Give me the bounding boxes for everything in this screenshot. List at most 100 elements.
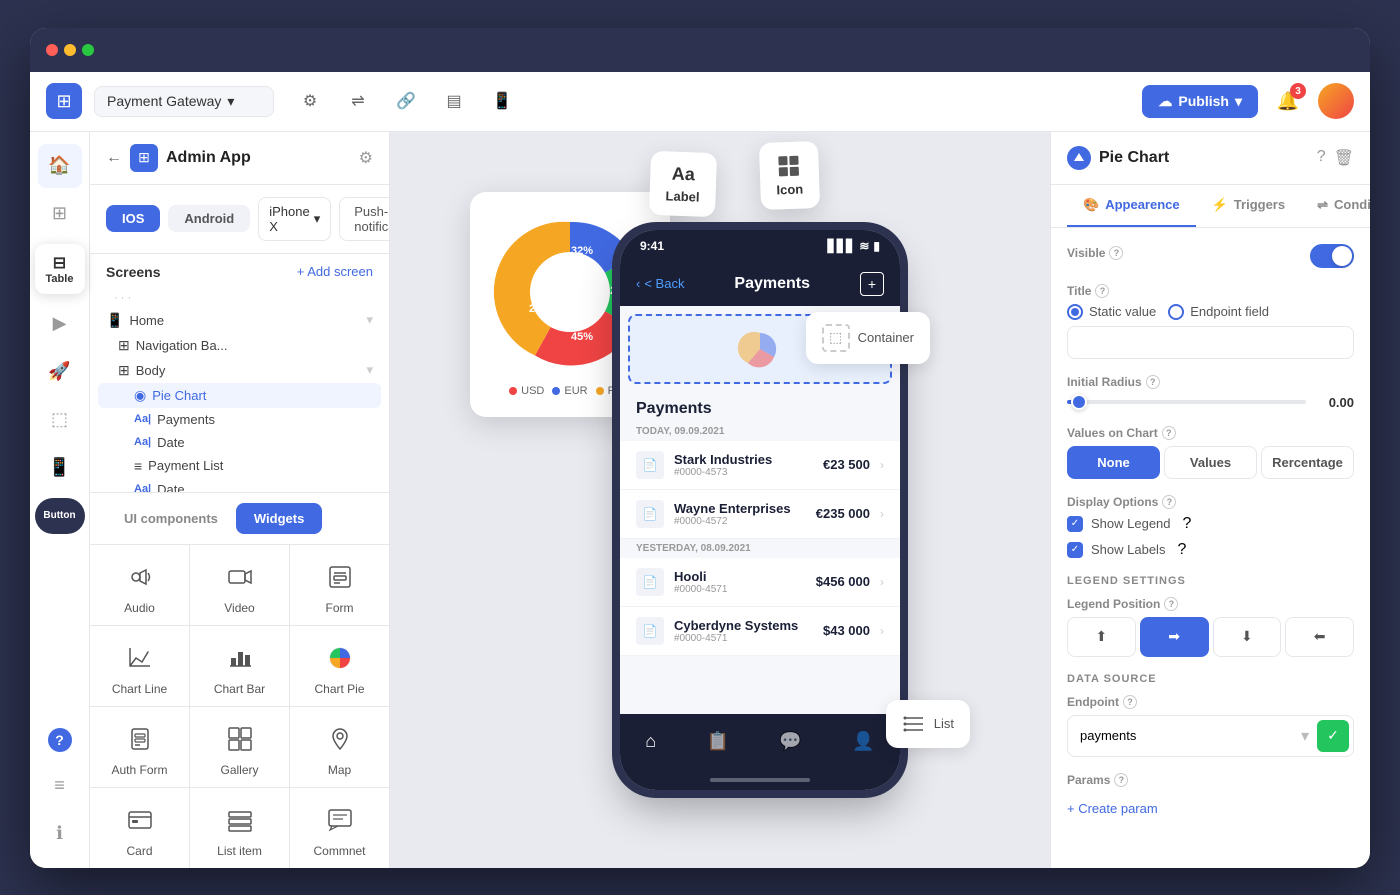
bottom-nav-home[interactable]: ⌂ xyxy=(645,731,656,752)
link-icon[interactable]: 🔗 xyxy=(390,85,422,117)
payment-item-cyberdyne[interactable]: 📄 Cyberdyne Systems #0000-4571 $43 000 › xyxy=(620,607,900,656)
table-widget-card[interactable]: ⊟ Table xyxy=(35,244,85,294)
bottom-nav-docs[interactable]: 📋 xyxy=(707,731,729,752)
tree-item-payments[interactable]: Aa| Payments xyxy=(98,408,381,431)
payment-item-wayne[interactable]: 📄 Wayne Enterprises #0000-4572 €235 000 … xyxy=(620,490,900,539)
chart-pie-widget[interactable]: Chart Pie xyxy=(290,626,389,706)
trash-icon[interactable]: 🗑 xyxy=(1334,148,1354,168)
button-widget-card[interactable]: Button xyxy=(35,498,85,534)
android-tab[interactable]: Android xyxy=(168,205,250,232)
radius-info-icon[interactable]: ? xyxy=(1146,375,1160,389)
payment-item-hooli[interactable]: 📄 Hooli #0000-4571 $456 000 › xyxy=(620,558,900,607)
close-button[interactable] xyxy=(46,44,58,56)
title-info-icon[interactable]: ? xyxy=(1095,284,1109,298)
avatar[interactable] xyxy=(1318,83,1354,119)
bottom-nav-profile[interactable]: 👤 xyxy=(852,731,874,752)
phone-add-button[interactable]: + xyxy=(860,272,884,296)
sidebar-item-layers[interactable]: ⊞ xyxy=(38,192,82,236)
chart-line-widget[interactable]: Chart Line xyxy=(90,626,189,706)
help-icon[interactable]: ? xyxy=(1317,148,1326,168)
values-percentage-btn[interactable]: Rercentage xyxy=(1261,446,1354,479)
tab-triggers[interactable]: ⚡ Triggers xyxy=(1196,185,1301,227)
share-icon[interactable]: ⇌ xyxy=(342,85,374,117)
add-screen-button[interactable]: + Add screen xyxy=(297,264,373,279)
mobile-icon[interactable]: 📱 xyxy=(486,85,518,117)
video-widget[interactable]: Video xyxy=(190,545,289,625)
payment-stark-info: Stark Industries #0000-4573 xyxy=(674,452,813,478)
endpoint-input[interactable] xyxy=(1068,720,1301,751)
tree-item-payment-list[interactable]: ≡ Payment List xyxy=(98,454,381,478)
radius-range-thumb[interactable] xyxy=(1071,394,1087,410)
project-select[interactable]: Payment Gateway ▾ xyxy=(94,86,274,117)
comment-widget[interactable]: Commnet xyxy=(290,788,389,868)
chart-bar-widget[interactable]: Chart Bar xyxy=(190,626,289,706)
sidebar-item-phone[interactable]: 📱 xyxy=(38,446,82,490)
legend-pos-bottom[interactable]: ⬇ xyxy=(1213,617,1282,657)
sidebar-item-rocket[interactable]: 🚀 xyxy=(38,350,82,394)
sidebar-item-info[interactable]: ℹ xyxy=(38,812,82,856)
params-info[interactable]: ? xyxy=(1114,773,1128,787)
legend-pos-top[interactable]: ⬆ xyxy=(1067,617,1136,657)
endpoint-ok-icon[interactable]: ✓ xyxy=(1317,720,1349,752)
show-legend-info[interactable]: ? xyxy=(1183,515,1192,533)
card-widget[interactable]: Card xyxy=(90,788,189,868)
tree-item-navba[interactable]: ⊞ Navigation Ba... xyxy=(98,333,381,358)
values-values-btn[interactable]: Values xyxy=(1164,446,1257,479)
gallery-widget[interactable]: Gallery xyxy=(190,707,289,787)
tree-item-body[interactable]: ⊞ Body ▾ xyxy=(98,358,381,383)
tree-item-piechart[interactable]: ◉ Pie Chart xyxy=(98,383,381,408)
audio-widget[interactable]: Audio xyxy=(90,545,189,625)
visible-toggle[interactable] xyxy=(1310,244,1354,268)
show-labels-checkbox[interactable]: ✓ xyxy=(1067,542,1083,558)
notification-button[interactable]: 🔔 3 xyxy=(1270,83,1306,119)
logo-button[interactable]: ⊞ xyxy=(46,83,82,119)
legend-pos-left[interactable]: ⬅ xyxy=(1285,617,1354,657)
show-labels-info[interactable]: ? xyxy=(1177,541,1186,559)
device-model-select[interactable]: iPhone X ▾ xyxy=(258,197,331,241)
payment-item-stark[interactable]: 📄 Stark Industries #0000-4573 €23 500 › xyxy=(620,441,900,490)
sidebar-item-home[interactable]: 🏠 xyxy=(38,144,82,188)
tab-appearance[interactable]: 🎨 Appearence xyxy=(1067,185,1196,227)
tree-label-navba: Navigation Ba... xyxy=(136,338,373,353)
create-param-button[interactable]: + Create param xyxy=(1067,793,1354,816)
sidebar-item-layout[interactable]: ⬚ xyxy=(38,398,82,442)
visible-info-icon[interactable]: ? xyxy=(1109,246,1123,260)
tree-item-date1[interactable]: Aa| Date xyxy=(98,431,381,454)
tree-item-home[interactable]: 📱 Home ▾ xyxy=(98,308,381,333)
phone-back-button[interactable]: ‹ < Back xyxy=(636,276,684,291)
bottom-nav-chat[interactable]: 💬 xyxy=(779,731,801,752)
legend-pos-info[interactable]: ? xyxy=(1164,597,1178,611)
legend-pos-right[interactable]: ➡ xyxy=(1140,617,1209,657)
auth-form-widget[interactable]: Auth Form xyxy=(90,707,189,787)
static-value-label: Static value xyxy=(1089,304,1156,319)
values-none-btn[interactable]: None xyxy=(1067,446,1160,479)
title-text-input[interactable] xyxy=(1067,326,1354,359)
list-item-widget[interactable]: List item xyxy=(190,788,289,868)
values-info-icon[interactable]: ? xyxy=(1162,426,1176,440)
columns-icon[interactable]: ▤ xyxy=(438,85,470,117)
endpoint-info[interactable]: ? xyxy=(1123,695,1137,709)
display-info-icon[interactable]: ? xyxy=(1162,495,1176,509)
tab-conditions[interactable]: ⇌ Conditions xyxy=(1301,185,1370,227)
back-button[interactable]: ← xyxy=(106,149,122,167)
widgets-tab[interactable]: Widgets xyxy=(236,503,322,534)
help-button[interactable]: ? xyxy=(48,728,72,752)
map-widget[interactable]: Map xyxy=(290,707,389,787)
ios-tab[interactable]: IOS xyxy=(106,205,160,232)
maximize-button[interactable] xyxy=(82,44,94,56)
push-notification-button[interactable]: Push-notification xyxy=(339,197,390,241)
settings-icon[interactable]: ⚙ xyxy=(359,148,373,168)
static-value-option[interactable]: Static value xyxy=(1067,304,1156,320)
sidebar-item-list[interactable]: ≡ xyxy=(38,764,82,808)
form-widget[interactable]: Form xyxy=(290,545,389,625)
endpoint-field-option[interactable]: Endpoint field xyxy=(1168,304,1269,320)
sidebar-item-play[interactable]: ▶ xyxy=(38,302,82,346)
ui-components-tab[interactable]: UI components xyxy=(106,503,236,534)
payment-wayne-chevron: › xyxy=(880,507,884,521)
publish-button[interactable]: ☁ Publish ▾ xyxy=(1142,85,1258,118)
tree-item-date2[interactable]: Aa| Date xyxy=(98,478,381,492)
minimize-button[interactable] xyxy=(64,44,76,56)
settings-toolbar-icon[interactable]: ⚙ xyxy=(294,85,326,117)
show-legend-checkbox[interactable]: ✓ xyxy=(1067,516,1083,532)
main-toolbar: ⊞ Payment Gateway ▾ ⚙ ⇌ 🔗 ▤ 📱 ☁ Publish … xyxy=(30,72,1370,132)
